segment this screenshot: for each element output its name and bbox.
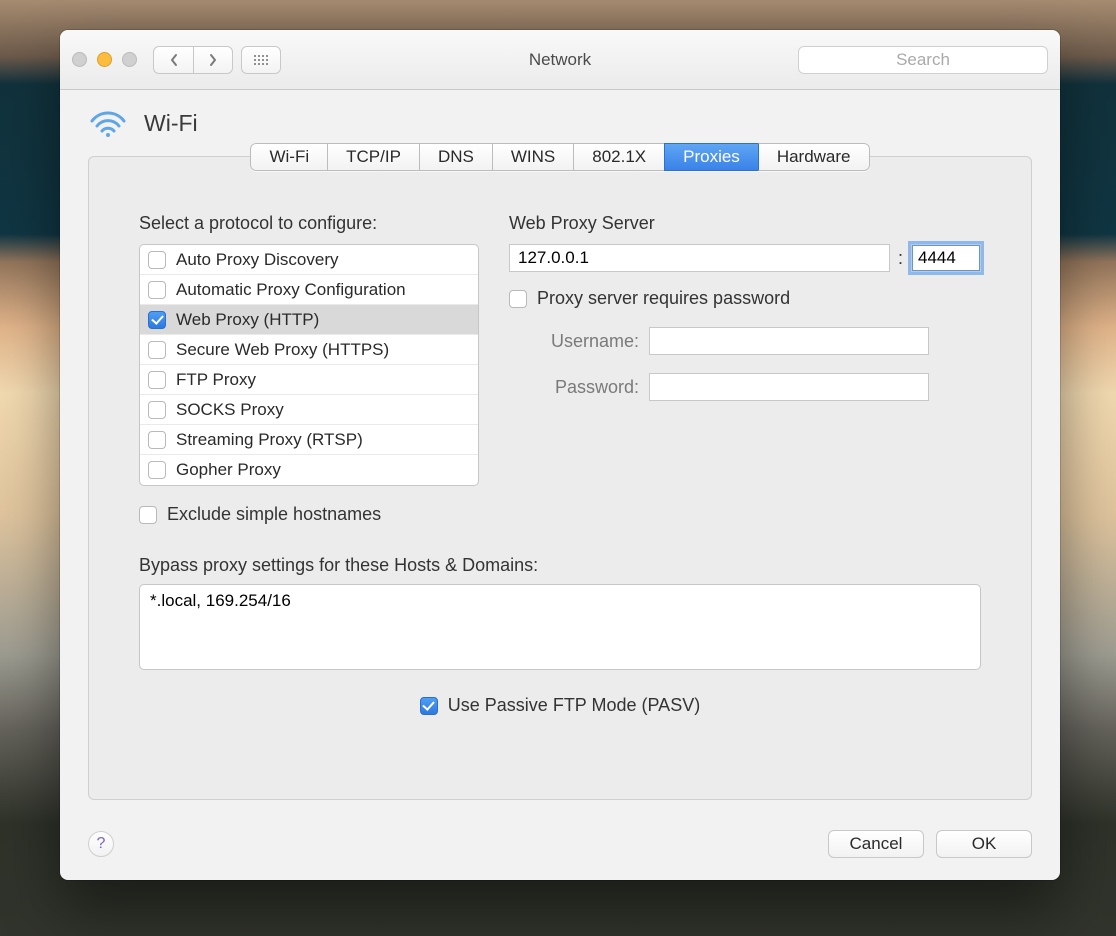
protocol-web-proxy-http[interactable]: Web Proxy (HTTP) [140, 305, 478, 335]
forward-button[interactable] [193, 46, 233, 74]
minimize-window-button[interactable] [97, 52, 112, 67]
show-all-button[interactable] [241, 46, 281, 74]
checkbox[interactable] [148, 251, 166, 269]
ok-button[interactable]: OK [936, 830, 1032, 858]
traffic-lights [72, 52, 137, 67]
tabs: Wi-Fi TCP/IP DNS WINS 802.1X Proxies Har… [89, 143, 1031, 171]
proxy-host-input[interactable] [509, 244, 890, 272]
bypass-label: Bypass proxy settings for these Hosts & … [139, 555, 981, 576]
chevron-left-icon [169, 53, 179, 67]
protocol-ftp-proxy[interactable]: FTP Proxy [140, 365, 478, 395]
server-label: Web Proxy Server [509, 213, 981, 234]
exclude-simple-hostnames-checkbox[interactable] [139, 506, 157, 524]
tab-tcpip[interactable]: TCP/IP [327, 143, 419, 171]
toolbar: Network [60, 30, 1060, 90]
interface-name: Wi-Fi [144, 110, 198, 137]
close-window-button[interactable] [72, 52, 87, 67]
requires-password-checkbox[interactable] [509, 290, 527, 308]
search-input[interactable] [798, 46, 1048, 74]
checkbox[interactable] [148, 401, 166, 419]
zoom-window-button[interactable] [122, 52, 137, 67]
protocol-select-label: Select a protocol to configure: [139, 213, 479, 234]
checkbox[interactable] [148, 371, 166, 389]
protocol-label: Auto Proxy Discovery [176, 250, 339, 270]
grid-icon [253, 54, 269, 66]
passive-ftp-checkbox[interactable] [420, 697, 438, 715]
checkbox[interactable] [148, 341, 166, 359]
exclude-simple-hostnames-label: Exclude simple hostnames [167, 504, 381, 525]
help-button[interactable]: ? [88, 831, 114, 857]
protocol-list: Auto Proxy Discovery Automatic Proxy Con… [139, 244, 479, 486]
protocol-label: SOCKS Proxy [176, 400, 284, 420]
proxy-port-input[interactable] [911, 244, 981, 272]
checkbox[interactable] [148, 461, 166, 479]
checkbox[interactable] [148, 431, 166, 449]
tab-wifi[interactable]: Wi-Fi [250, 143, 327, 171]
protocol-auto-discovery[interactable]: Auto Proxy Discovery [140, 245, 478, 275]
nav-buttons [153, 46, 233, 74]
requires-password-label: Proxy server requires password [537, 288, 790, 309]
dialog-footer: ? Cancel OK [88, 830, 1032, 858]
tab-wins[interactable]: WINS [492, 143, 573, 171]
protocol-gopher-proxy[interactable]: Gopher Proxy [140, 455, 478, 485]
cancel-button[interactable]: Cancel [828, 830, 924, 858]
settings-panel: Wi-Fi TCP/IP DNS WINS 802.1X Proxies Har… [88, 156, 1032, 800]
protocol-label: Web Proxy (HTTP) [176, 310, 319, 330]
username-label: Username: [509, 331, 639, 352]
protocol-label: FTP Proxy [176, 370, 256, 390]
tab-hardware[interactable]: Hardware [758, 143, 870, 171]
password-input[interactable] [649, 373, 929, 401]
checkbox[interactable] [148, 311, 166, 329]
protocol-label: Gopher Proxy [176, 460, 281, 480]
tab-proxies[interactable]: Proxies [664, 143, 758, 171]
back-button[interactable] [153, 46, 193, 74]
tab-dns[interactable]: DNS [419, 143, 492, 171]
protocol-label: Secure Web Proxy (HTTPS) [176, 340, 389, 360]
protocol-streaming-proxy-rtsp[interactable]: Streaming Proxy (RTSP) [140, 425, 478, 455]
protocol-socks-proxy[interactable]: SOCKS Proxy [140, 395, 478, 425]
username-input[interactable] [649, 327, 929, 355]
password-label: Password: [509, 377, 639, 398]
protocol-label: Automatic Proxy Configuration [176, 280, 406, 300]
protocol-secure-web-proxy-https[interactable]: Secure Web Proxy (HTTPS) [140, 335, 478, 365]
host-port-separator: : [898, 248, 903, 269]
preferences-window: Network Wi-Fi Wi-Fi TCP/IP DNS WINS 802.… [60, 30, 1060, 880]
chevron-right-icon [208, 53, 218, 67]
protocol-label: Streaming Proxy (RTSP) [176, 430, 363, 450]
protocol-auto-config[interactable]: Automatic Proxy Configuration [140, 275, 478, 305]
bypass-hosts-textarea[interactable] [139, 584, 981, 670]
wifi-icon [88, 108, 128, 138]
passive-ftp-label: Use Passive FTP Mode (PASV) [448, 695, 700, 716]
checkbox[interactable] [148, 281, 166, 299]
tab-8021x[interactable]: 802.1X [573, 143, 664, 171]
